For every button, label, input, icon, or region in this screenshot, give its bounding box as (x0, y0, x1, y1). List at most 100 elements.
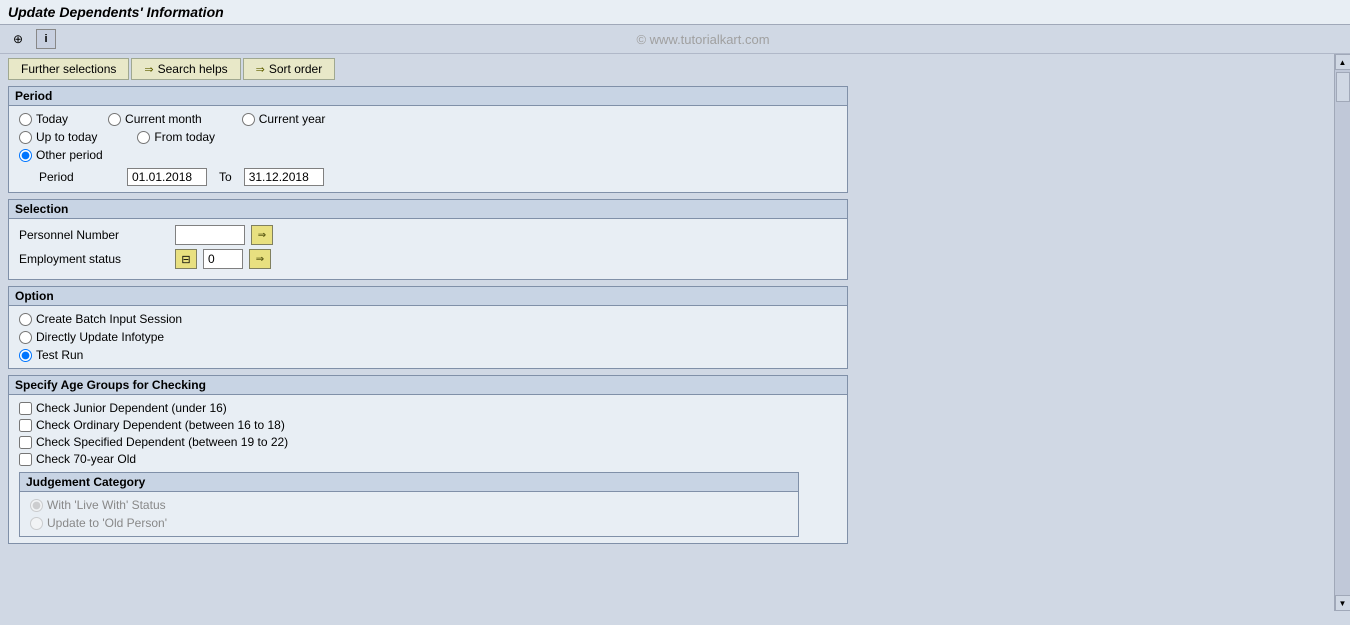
tab-search-helps[interactable]: ⇒ Search helps (131, 58, 240, 80)
tab-bar: Further selections ⇒ Search helps ⇒ Sort… (8, 58, 1326, 80)
period-today-radio[interactable] (19, 113, 32, 126)
employment-status-select-icon: ⇒ (256, 254, 264, 265)
period-from-today-item: From today (137, 130, 215, 144)
period-from-input[interactable] (127, 168, 207, 186)
period-up-to-today-item: Up to today (19, 130, 97, 144)
option-batch-label: Create Batch Input Session (36, 312, 182, 326)
check-70-checkbox[interactable] (19, 453, 32, 466)
search-helps-arrow-icon: ⇒ (144, 63, 153, 76)
employment-status-input[interactable] (203, 249, 243, 269)
check-junior-item: Check Junior Dependent (under 16) (19, 401, 837, 415)
period-current-month-radio[interactable] (108, 113, 121, 126)
period-section-body: Today Current month Current year (9, 106, 847, 192)
toolbar: ⊕ i © www.tutorialkart.com (0, 25, 1350, 54)
period-section-header: Period (9, 87, 847, 106)
period-from-today-radio[interactable] (137, 131, 150, 144)
personnel-number-select-icon: ⇒ (258, 230, 266, 241)
check-specified-checkbox[interactable] (19, 436, 32, 449)
judgement-sub-section: Judgement Category With 'Live With' Stat… (19, 472, 799, 537)
period-current-year-label: Current year (259, 112, 326, 126)
title-bar: Update Dependents' Information (0, 0, 1350, 25)
period-to-input[interactable] (244, 168, 324, 186)
check-ordinary-checkbox[interactable] (19, 419, 32, 432)
period-to-label: To (215, 170, 236, 184)
judgement-sub-section-body: With 'Live With' Status Update to 'Old P… (20, 492, 798, 536)
period-row-2: Up to today From today (19, 130, 837, 144)
option-section-header: Option (9, 287, 847, 306)
option-direct-radio[interactable] (19, 331, 32, 344)
option-section-body: Create Batch Input Session Directly Upda… (9, 306, 847, 368)
scroll-up-btn[interactable]: ▲ (1335, 54, 1350, 70)
info-icon[interactable]: i (36, 29, 56, 49)
period-current-month-item: Current month (108, 112, 202, 126)
tab-further-selections[interactable]: Further selections (8, 58, 129, 80)
period-other-period-label: Other period (36, 148, 103, 162)
age-groups-section-header: Specify Age Groups for Checking (9, 376, 847, 395)
period-today-item: Today (19, 112, 68, 126)
period-up-to-today-radio[interactable] (19, 131, 32, 144)
personnel-number-row: Personnel Number ⇒ (19, 225, 837, 245)
selection-section-body: Personnel Number ⇒ Employment status ⊟ ⇒ (9, 219, 847, 279)
selection-section-header: Selection (9, 200, 847, 219)
check-junior-label: Check Junior Dependent (under 16) (36, 401, 227, 415)
period-radio-group: Today Current month Current year (19, 112, 837, 162)
scroll-down-btn[interactable]: ▼ (1335, 595, 1350, 611)
period-row-3: Other period (19, 148, 837, 162)
further-selections-label: Further selections (21, 62, 116, 76)
back-icon[interactable]: ⊕ (8, 29, 28, 49)
period-other-period-radio[interactable] (19, 149, 32, 162)
option-test-label: Test Run (36, 348, 83, 362)
content-area: Further selections ⇒ Search helps ⇒ Sort… (0, 54, 1334, 611)
search-helps-label: Search helps (158, 62, 228, 76)
employment-status-row: Employment status ⊟ ⇒ (19, 249, 837, 269)
period-current-month-label: Current month (125, 112, 202, 126)
employment-status-picker-btn[interactable]: ⊟ (175, 249, 197, 269)
judgement-live-with-item: With 'Live With' Status (30, 498, 788, 512)
period-current-year-item: Current year (242, 112, 326, 126)
check-ordinary-label: Check Ordinary Dependent (between 16 to … (36, 418, 285, 432)
sort-order-label: Sort order (269, 62, 322, 76)
age-groups-section-body: Check Junior Dependent (under 16) Check … (9, 395, 847, 543)
personnel-number-label: Personnel Number (19, 228, 169, 242)
employment-status-label: Employment status (19, 252, 169, 266)
option-batch-radio[interactable] (19, 313, 32, 326)
scrollbar-right: ▲ ▼ (1334, 54, 1350, 611)
option-section: Option Create Batch Input Session Direct… (8, 286, 848, 369)
employment-status-select-btn[interactable]: ⇒ (249, 249, 271, 269)
check-70-item: Check 70-year Old (19, 452, 837, 466)
selection-section: Selection Personnel Number ⇒ Employment … (8, 199, 848, 280)
check-specified-item: Check Specified Dependent (between 19 to… (19, 435, 837, 449)
watermark: © www.tutorialkart.com (64, 32, 1342, 47)
sort-order-arrow-icon: ⇒ (256, 63, 265, 76)
judgement-old-person-radio[interactable] (30, 517, 43, 530)
period-other-period-item: Other period (19, 148, 103, 162)
period-up-to-today-label: Up to today (36, 130, 97, 144)
option-test-item: Test Run (19, 348, 837, 362)
period-current-year-radio[interactable] (242, 113, 255, 126)
age-groups-section: Specify Age Groups for Checking Check Ju… (8, 375, 848, 544)
option-batch-item: Create Batch Input Session (19, 312, 837, 326)
option-direct-label: Directly Update Infotype (36, 330, 164, 344)
page-title: Update Dependents' Information (8, 4, 224, 20)
judgement-sub-section-header: Judgement Category (20, 473, 798, 492)
employment-status-picker-icon: ⊟ (181, 253, 190, 266)
scroll-track (1335, 70, 1350, 595)
personnel-number-select-btn[interactable]: ⇒ (251, 225, 273, 245)
period-from-field-label: Period (39, 170, 119, 184)
check-70-label: Check 70-year Old (36, 452, 136, 466)
check-junior-checkbox[interactable] (19, 402, 32, 415)
tab-sort-order[interactable]: ⇒ Sort order (243, 58, 336, 80)
period-from-today-label: From today (154, 130, 215, 144)
main-content: Further selections ⇒ Search helps ⇒ Sort… (0, 54, 1350, 611)
scroll-thumb[interactable] (1336, 72, 1350, 102)
option-test-radio[interactable] (19, 349, 32, 362)
option-direct-item: Directly Update Infotype (19, 330, 837, 344)
judgement-live-with-label: With 'Live With' Status (47, 498, 166, 512)
period-section: Period Today Current month (8, 86, 848, 193)
check-specified-label: Check Specified Dependent (between 19 to… (36, 435, 288, 449)
judgement-live-with-radio[interactable] (30, 499, 43, 512)
period-date-row: Period To (19, 168, 837, 186)
judgement-old-person-label: Update to 'Old Person' (47, 516, 167, 530)
personnel-number-input[interactable] (175, 225, 245, 245)
period-today-label: Today (36, 112, 68, 126)
